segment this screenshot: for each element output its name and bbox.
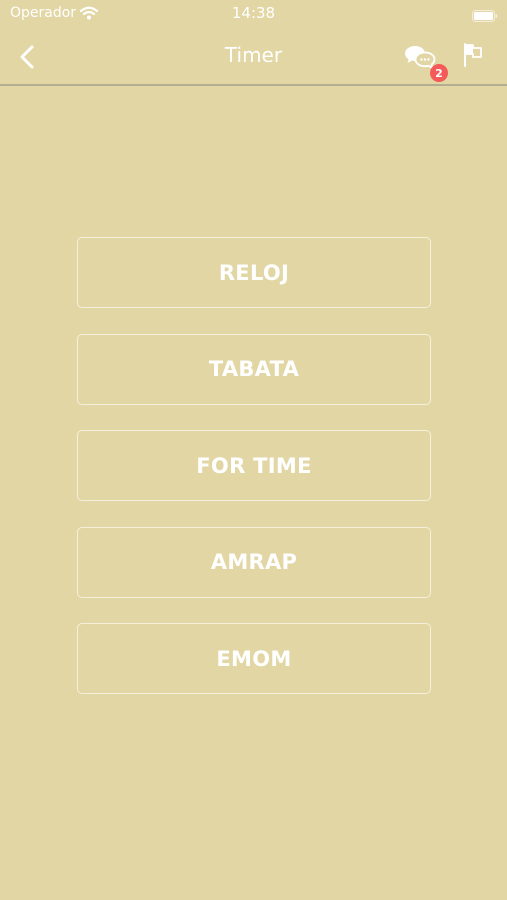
timer-mode-menu: RELOJ TABATA FOR TIME AMRAP EMOM — [77, 237, 431, 720]
chat-button[interactable]: 2 — [400, 40, 448, 82]
navigation-bar: Timer 2 — [0, 28, 507, 84]
reloj-button[interactable]: RELOJ — [77, 237, 431, 308]
amrap-button[interactable]: AMRAP — [77, 526, 431, 598]
nav-divider — [0, 84, 507, 86]
flag-button[interactable] — [462, 42, 488, 70]
flag-icon — [464, 43, 482, 67]
tabata-button[interactable]: TABATA — [77, 333, 431, 405]
battery-icon — [472, 7, 498, 22]
chat-badge-count: 2 — [430, 64, 448, 82]
status-bar: Operador 14:38 — [0, 0, 507, 28]
timer-screen: Operador 14:38 Timer 2 RELOJ TABATA FOR … — [0, 0, 507, 900]
status-clock: 14:38 — [231, 4, 276, 22]
chat-bubbles-icon — [405, 46, 436, 70]
emom-button[interactable]: EMOM — [77, 623, 431, 695]
for-time-button[interactable]: FOR TIME — [77, 430, 431, 502]
